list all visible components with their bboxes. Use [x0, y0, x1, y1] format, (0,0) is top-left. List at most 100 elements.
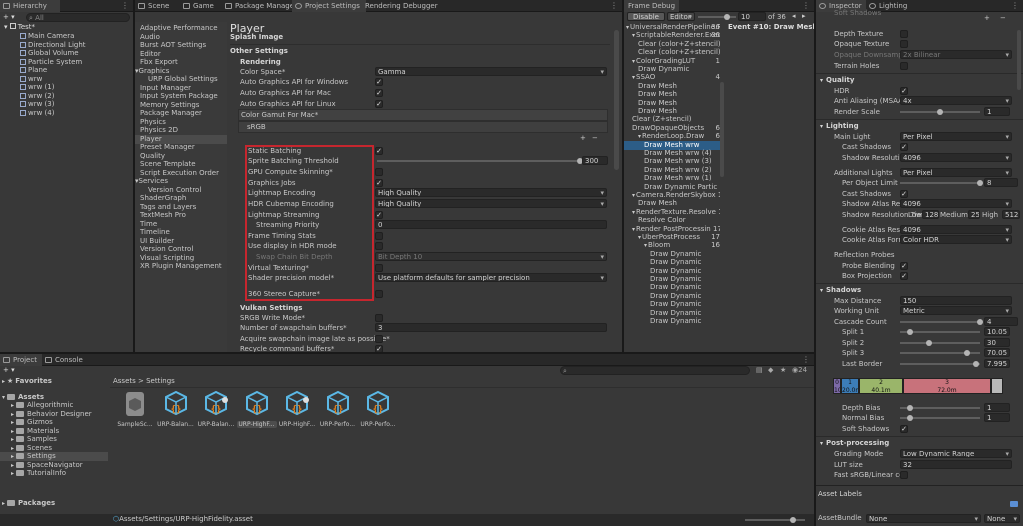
inspector-dropdown[interactable]: 4096 — [900, 199, 1012, 208]
breadcrumb[interactable]: Assets > Settings — [113, 377, 175, 385]
asset-variant-dropdown[interactable]: None — [984, 514, 1020, 523]
inspector-input[interactable]: 1 — [984, 107, 1010, 116]
inspector-scrollbar[interactable] — [1017, 30, 1021, 90]
setting-checkbox[interactable]: ✓ — [375, 345, 383, 352]
inspector-checkbox[interactable] — [900, 62, 908, 70]
tab-game[interactable]: Game — [180, 0, 222, 12]
inspector-input[interactable]: 150 — [900, 296, 1012, 305]
inspector-checkbox[interactable]: ✓ — [900, 87, 908, 95]
settings-scrollbar[interactable] — [614, 30, 619, 170]
inspector-dropdown[interactable]: Metric — [900, 306, 1012, 315]
inspector-input[interactable]: 7.995 — [984, 359, 1010, 368]
setting-dropdown[interactable]: Use platform defaults for sampler precis… — [375, 273, 607, 282]
target-dropdown[interactable]: Editor — [667, 12, 695, 21]
cascade-segment[interactable]: 2 40.1m — [859, 378, 903, 394]
tab-package-manager[interactable]: Package Manager — [222, 0, 297, 12]
event-slider-thumb[interactable] — [724, 14, 730, 20]
setting-checkbox[interactable] — [375, 232, 383, 240]
inspector-checkbox[interactable]: ✓ — [900, 262, 908, 270]
inspector-slider-thumb[interactable] — [964, 350, 971, 356]
inspector-slider-thumb[interactable] — [906, 329, 913, 335]
other-settings-header[interactable]: Other Settings — [230, 46, 288, 56]
asset-item[interactable]: {} URP-Balan... — [156, 390, 196, 428]
inspector-slider-thumb[interactable] — [977, 180, 983, 186]
tree-scrollbar[interactable] — [720, 82, 724, 177]
prev-event-button[interactable]: ◂ — [792, 12, 796, 20]
section-header[interactable]: ▾ Post-processing — [820, 438, 889, 448]
label-tag-icon[interactable] — [1010, 501, 1018, 507]
icon-size-slider[interactable] — [745, 519, 805, 521]
inspector-checkbox[interactable] — [900, 30, 908, 38]
filter-type-icon[interactable]: ▤ — [756, 366, 763, 374]
setting-checkbox[interactable] — [375, 290, 383, 298]
tab-scene[interactable]: Scene — [135, 0, 180, 12]
setting-checkbox[interactable] — [375, 242, 383, 250]
inspector-checkbox[interactable]: ✓ — [900, 190, 908, 198]
inspector-input[interactable]: 1 — [984, 403, 1010, 412]
asset-item[interactable]: {} URP-HighF... — [236, 390, 277, 428]
menu-icon[interactable]: ⋮ — [802, 1, 810, 10]
setting-dropdown[interactable]: High Quality — [375, 188, 607, 197]
setting-checkbox[interactable] — [375, 168, 383, 176]
inspector-input[interactable]: 70.05 — [984, 348, 1010, 357]
setting-dropdown[interactable]: High Quality — [375, 199, 607, 208]
favorites-item[interactable]: ▸ ★ Favorites — [2, 376, 52, 386]
project-folder-item[interactable]: ▸ TutorialInfo — [11, 469, 66, 478]
asset-item[interactable]: SampleSc... — [115, 390, 155, 428]
inspector-dropdown[interactable]: Per Pixel — [900, 132, 1012, 141]
menu-icon[interactable]: ⋮ — [610, 1, 618, 10]
inspector-checkbox[interactable]: ✓ — [900, 272, 908, 280]
cascade-segment[interactable]: 120.0m — [841, 378, 859, 394]
inspector-input[interactable]: 4 — [984, 317, 1018, 326]
section-header[interactable]: ▾ Shadows — [820, 285, 861, 295]
inspector-slider-thumb[interactable] — [937, 109, 943, 115]
add-button[interactable]: + ▾ — [3, 13, 15, 21]
list-remove-button[interactable]: − — [1000, 14, 1006, 22]
setting-input[interactable]: 3 — [375, 323, 607, 332]
inspector-input[interactable]: 8 — [984, 178, 1018, 187]
settings-nav-item[interactable]: XR Plugin Management — [140, 262, 222, 271]
cascade-segment[interactable] — [991, 378, 1003, 394]
hierarchy-item[interactable]: wrw (4) — [20, 108, 54, 118]
gamut-remove-button[interactable]: − — [592, 134, 598, 142]
inspector-slider-track[interactable] — [900, 342, 980, 344]
inspector-slider-track[interactable] — [900, 321, 980, 323]
filter-label-icon[interactable]: ◆ — [768, 366, 773, 374]
setting-checkbox[interactable]: ✓ — [375, 89, 383, 97]
menu-icon[interactable]: ⋮ — [121, 1, 129, 10]
icon-size-thumb[interactable] — [790, 517, 796, 523]
inspector-dropdown[interactable]: Color HDR — [900, 235, 1012, 244]
tab-console[interactable]: Console — [42, 354, 90, 366]
menu-icon[interactable]: ⋮ — [1011, 1, 1019, 10]
inspector-input[interactable]: 128 — [922, 210, 939, 219]
setting-input[interactable]: 300 — [582, 156, 608, 165]
list-add-button[interactable]: + — [984, 14, 990, 22]
setting-checkbox[interactable] — [375, 314, 383, 322]
asset-item[interactable]: {} URP-Perfo... — [358, 390, 398, 428]
project-search-input[interactable]: ⌕ — [560, 366, 750, 375]
inspector-dropdown[interactable]: 4096 — [900, 225, 1012, 234]
inspector-dropdown[interactable]: Per Pixel — [900, 168, 1012, 177]
hidden-count[interactable]: ◉24 — [792, 366, 807, 374]
cascade-segment[interactable]: 3 72.0m — [903, 378, 991, 394]
setting-checkbox[interactable] — [375, 264, 383, 272]
inspector-checkbox[interactable] — [900, 40, 908, 48]
hierarchy-search-input[interactable]: ⌕ All — [26, 13, 130, 22]
section-header[interactable]: ▾ Quality — [820, 75, 854, 85]
inspector-checkbox[interactable] — [900, 471, 908, 479]
setting-dropdown[interactable]: Gamma — [375, 67, 607, 76]
cascade-segment[interactable]: 010.1 — [833, 378, 841, 394]
asset-item[interactable]: {} URP-Perfo... — [318, 390, 358, 428]
disable-button[interactable]: Disable — [627, 12, 665, 21]
inspector-input[interactable]: 30 — [984, 338, 1010, 347]
inspector-input[interactable]: 512 — [1002, 210, 1020, 219]
asset-item[interactable]: {} URP-HighF... — [277, 390, 317, 428]
event-number-input[interactable]: 10 — [738, 12, 766, 21]
tab-project-settings[interactable]: Project Settings — [292, 0, 366, 12]
inspector-slider-thumb[interactable] — [977, 319, 983, 325]
inspector-checkbox[interactable]: ✓ — [900, 143, 908, 151]
setting-checkbox[interactable]: ✓ — [375, 100, 383, 108]
inspector-slider-thumb[interactable] — [906, 405, 913, 411]
menu-icon[interactable]: ⋮ — [802, 355, 810, 364]
inspector-slider-track[interactable] — [900, 363, 980, 365]
